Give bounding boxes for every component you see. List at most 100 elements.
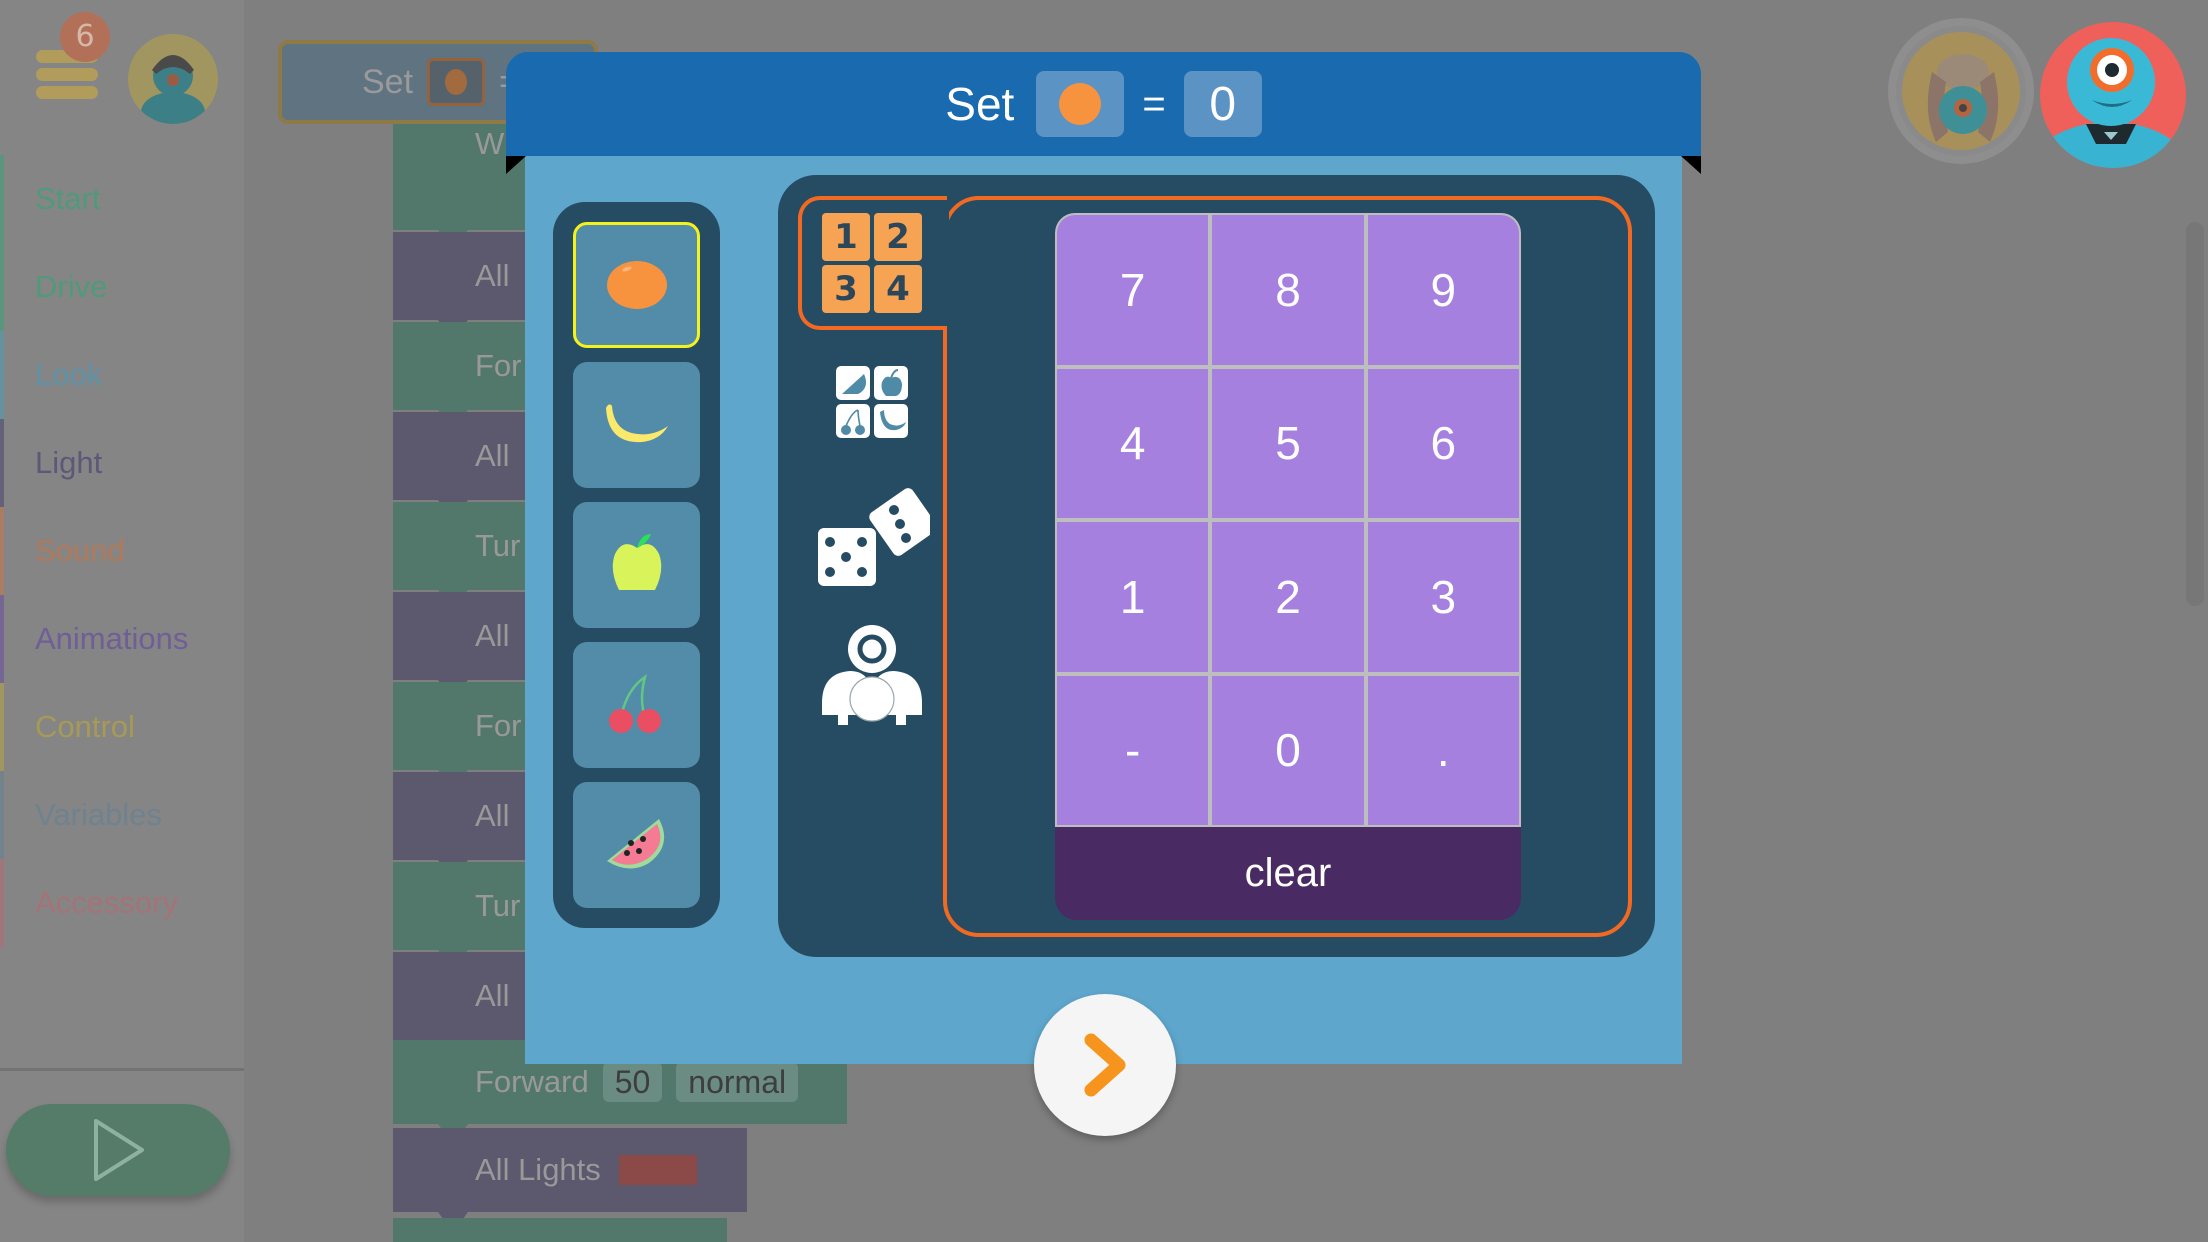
forward-block-label: Forward [475, 1064, 589, 1099]
key-5[interactable]: 5 [1212, 368, 1364, 518]
set-variable-header: Set = 0 [506, 52, 1701, 174]
key-7[interactable]: 7 [1057, 215, 1209, 365]
keypad-keys: 789 456 123 -0. [1055, 213, 1521, 827]
digit-tile: 4 [874, 265, 922, 313]
digit-tile: 1 [822, 213, 870, 261]
category-label: Light [35, 445, 103, 480]
key-decimal[interactable]: . [1367, 675, 1519, 825]
dash-robot-avatar[interactable] [2040, 22, 2186, 168]
chevron-right-icon [1084, 1033, 1126, 1097]
sidebar-divider [0, 1068, 244, 1071]
menu-bar-icon [36, 86, 98, 99]
header-value[interactable]: 0 [1183, 71, 1262, 137]
code-block[interactable]: All [393, 772, 533, 860]
block-label: All [475, 798, 510, 833]
dog-costume-robot-icon [1927, 54, 1999, 142]
number-grid-icon: 1234 [822, 213, 922, 313]
category-label: Sound [35, 533, 125, 568]
code-block[interactable]: All [393, 952, 533, 1040]
header-variable-chip[interactable] [1036, 71, 1125, 137]
category-drive[interactable]: Drive [0, 243, 244, 331]
variable-watermelon[interactable] [573, 782, 700, 908]
user-avatar[interactable] [128, 34, 218, 124]
all-lights-block[interactable]: All Lights [393, 1128, 747, 1212]
key-4[interactable]: 4 [1057, 368, 1209, 518]
key-6[interactable]: 6 [1367, 368, 1519, 518]
key-9[interactable]: 9 [1367, 215, 1519, 365]
code-block[interactable]: Tur [393, 862, 533, 950]
variable-orange[interactable] [573, 222, 700, 348]
category-sound[interactable]: Sound [0, 507, 244, 595]
play-button[interactable] [6, 1104, 230, 1196]
key-3[interactable]: 3 [1367, 522, 1519, 672]
all-lights-label: All Lights [475, 1152, 601, 1187]
category-sidebar: 6 Start Drive Look Light Sound Animations Cont… [0, 0, 244, 1242]
orange-icon [445, 69, 468, 95]
block-label: For [475, 708, 522, 743]
block-label: All [475, 618, 510, 653]
banana-icon [605, 404, 668, 443]
distance-field[interactable]: 50 [602, 1062, 663, 1102]
code-block[interactable]: All [393, 232, 533, 320]
key-2[interactable]: 2 [1212, 522, 1364, 672]
category-label: Drive [35, 269, 108, 304]
clear-button[interactable]: clear [1055, 827, 1521, 920]
category-accessory[interactable]: Accessory [0, 859, 244, 947]
canvas-scrollbar[interactable] [2186, 222, 2204, 606]
dot-dog-avatar[interactable] [1888, 18, 2034, 164]
block-label: Tur [475, 888, 521, 923]
category-look[interactable]: Look [0, 331, 244, 419]
code-block[interactable]: For [393, 322, 533, 410]
category-start[interactable]: Start [0, 155, 244, 243]
header-equals: = [1142, 81, 1166, 126]
code-block[interactable]: All [393, 412, 533, 500]
category-label: Start [35, 181, 101, 216]
light-color-swatch[interactable] [618, 1155, 697, 1185]
header-set-label: Set [945, 78, 1015, 130]
apple-icon [612, 534, 661, 590]
category-light[interactable]: Light [0, 419, 244, 507]
category-label: Accessory [35, 885, 178, 920]
set-block-label: Set [362, 62, 414, 101]
category-label: Look [35, 357, 103, 392]
astronaut-robot-icon [141, 55, 205, 124]
menu-bar-icon [36, 68, 98, 81]
category-control[interactable]: Control [0, 683, 244, 771]
cherry-icon [608, 674, 661, 733]
key-minus[interactable]: - [1057, 675, 1209, 825]
digit-tile: 3 [822, 265, 870, 313]
next-button[interactable] [1034, 994, 1176, 1136]
mode-variable-button[interactable] [830, 360, 914, 444]
code-block[interactable]: For [393, 682, 533, 770]
block-label: All [475, 258, 510, 293]
mode-sensor-button[interactable] [812, 622, 932, 730]
category-label: Variables [35, 797, 162, 832]
play-icon [94, 1119, 144, 1181]
category-label: Animations [35, 621, 189, 656]
speed-field[interactable]: normal [676, 1062, 799, 1102]
orange-icon [606, 261, 667, 309]
fruit-grid-icon [836, 366, 908, 438]
code-block[interactable]: All [393, 592, 533, 680]
key-0[interactable]: 0 [1212, 675, 1364, 825]
variable-apple[interactable] [573, 502, 700, 628]
key-1[interactable]: 1 [1057, 522, 1209, 672]
code-block[interactable]: Tur [393, 502, 533, 590]
category-variables[interactable]: Variables [0, 771, 244, 859]
robot-sensor-icon [822, 625, 922, 725]
mode-number-button[interactable]: 1234 [820, 211, 924, 315]
variable-chip[interactable] [427, 58, 486, 106]
dash-robot-icon [2040, 38, 2186, 168]
block-label: All [475, 978, 510, 1013]
code-block[interactable] [393, 1218, 727, 1242]
tab-joint [943, 200, 949, 326]
key-8[interactable]: 8 [1212, 215, 1364, 365]
notification-badge: 6 [60, 12, 110, 62]
orange-icon [1059, 83, 1102, 125]
mode-random-button[interactable] [812, 486, 932, 592]
variable-banana[interactable] [573, 362, 700, 488]
variable-picker [553, 202, 720, 928]
category-animations[interactable]: Animations [0, 595, 244, 683]
dice-icon [818, 488, 930, 586]
variable-cherry[interactable] [573, 642, 700, 768]
